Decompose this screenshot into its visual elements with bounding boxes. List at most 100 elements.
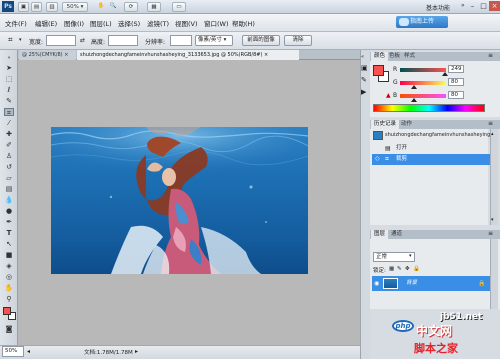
toolbox-collapse-icon[interactable]: »: [4, 54, 14, 62]
history-scrollbar[interactable]: [490, 129, 498, 225]
clear-button[interactable]: 清除: [284, 35, 312, 46]
crop-tool-icon[interactable]: ⌗: [8, 35, 13, 45]
history-brush-tool-icon[interactable]: ↺: [4, 163, 14, 171]
lock-transparent-icon[interactable]: ▦: [389, 266, 394, 272]
scroll-down-icon[interactable]: ▾: [491, 217, 494, 223]
resolution-field[interactable]: [170, 35, 192, 46]
tab-actions[interactable]: 动作: [398, 120, 415, 129]
type-tool-icon[interactable]: T: [4, 229, 14, 237]
workspace-label[interactable]: 基本功能: [426, 3, 450, 12]
channel-r-slider[interactable]: [400, 68, 446, 72]
menu-image[interactable]: 图像(I): [64, 18, 84, 28]
channel-b-slider[interactable]: [400, 94, 446, 98]
marquee-tool-icon[interactable]: ⬚: [4, 75, 14, 83]
status-zoom-field[interactable]: 50%: [2, 346, 24, 357]
document-tab-cmyk[interactable]: @ 25%(CMYK/8) ×: [19, 50, 76, 60]
workspace-chevron-icon[interactable]: »: [461, 2, 465, 9]
blend-mode-chevron-icon[interactable]: ▾: [409, 253, 412, 259]
menu-filter[interactable]: 滤镜(T): [147, 18, 169, 28]
rotate-view-icon[interactable]: ⟳: [124, 2, 138, 12]
dodge-tool-icon[interactable]: ●: [4, 207, 14, 215]
menu-file[interactable]: 文件(F): [5, 18, 27, 28]
lock-all-icon[interactable]: 🔒: [413, 266, 420, 272]
history-item-crop[interactable]: 裁剪: [372, 154, 490, 165]
status-info-icon[interactable]: ◂: [27, 348, 30, 355]
color-panel-menu-icon[interactable]: ≡: [488, 52, 493, 59]
crop-tool-active-icon[interactable]: ⌗: [4, 108, 14, 117]
path-selection-tool-icon[interactable]: ↖: [4, 240, 14, 248]
tab-channels[interactable]: 通道: [388, 230, 405, 239]
layers-panel-menu-icon[interactable]: ≡: [488, 230, 493, 237]
menu-window[interactable]: 窗口(W): [204, 18, 229, 28]
swap-icon[interactable]: ⇄: [80, 37, 85, 44]
channel-g-value[interactable]: 80: [448, 78, 464, 86]
channel-g-slider[interactable]: [400, 81, 446, 85]
close-window-button[interactable]: ×: [489, 1, 500, 11]
hand-tool-icon[interactable]: ✋: [4, 284, 14, 292]
blur-tool-icon[interactable]: 💧: [4, 196, 14, 204]
zoom-level-dropdown[interactable]: 50% ▾: [62, 2, 88, 12]
channel-b-value[interactable]: 80: [448, 91, 464, 99]
tool-preset-chevron-icon[interactable]: ▾: [19, 37, 22, 43]
channel-r-handle[interactable]: [441, 72, 448, 76]
height-field[interactable]: [108, 35, 138, 46]
minimize-window-button[interactable]: –: [467, 1, 478, 11]
eraser-tool-icon[interactable]: ▱: [4, 174, 14, 182]
resolution-units-select[interactable]: 像素/英寸 ▾: [195, 35, 233, 46]
history-panel-icon[interactable]: ▣: [361, 64, 368, 72]
width-field[interactable]: [46, 35, 76, 46]
quick-select-tool-icon[interactable]: ✎: [4, 97, 14, 105]
menu-select[interactable]: 选择(S): [118, 18, 140, 28]
move-tool-icon[interactable]: ➤: [4, 64, 14, 72]
status-menu-icon[interactable]: ▸: [135, 348, 138, 355]
screen-mode-icon[interactable]: ▭: [172, 2, 186, 12]
clone-stamp-tool-icon[interactable]: ♙: [4, 152, 14, 160]
document-tab-active[interactable]: shuizhongdechangfameinvhunshasheying_313…: [77, 50, 299, 60]
scroll-up-icon[interactable]: ▴: [491, 131, 494, 137]
menu-layer[interactable]: 图层(L): [90, 18, 112, 28]
view-extras-icon[interactable]: ▥: [46, 2, 58, 12]
lasso-tool-icon[interactable]: ℓ: [4, 86, 14, 94]
brush-panel-icon[interactable]: ✎: [361, 76, 367, 84]
channel-b-handle[interactable]: [411, 98, 418, 102]
layers-scrollbar[interactable]: [490, 239, 498, 309]
shape-tool-icon[interactable]: ■: [4, 251, 14, 259]
healing-brush-tool-icon[interactable]: ✚: [4, 130, 14, 138]
channel-r-value[interactable]: 249: [448, 65, 464, 73]
watermark-php-logo: php: [392, 320, 414, 332]
brush-tool-icon[interactable]: ✐: [4, 141, 14, 149]
quick-mask-icon[interactable]: ◙: [4, 325, 14, 333]
3d-rotate-tool-icon[interactable]: ◈: [4, 262, 14, 270]
3d-orbit-tool-icon[interactable]: ◎: [4, 273, 14, 281]
zoom-tool-icon[interactable]: ⚲: [4, 295, 14, 303]
pen-tool-icon[interactable]: ✒: [4, 218, 14, 226]
tab-styles[interactable]: 样式: [401, 52, 418, 61]
bridge-icon[interactable]: ▣: [18, 2, 29, 12]
history-state-marker-icon[interactable]: ◇: [375, 155, 380, 162]
channel-g-handle[interactable]: [411, 85, 418, 89]
color-ramp[interactable]: [373, 104, 485, 112]
front-image-button[interactable]: 前面的图像: [242, 35, 280, 46]
actions-panel-icon[interactable]: ▶: [361, 88, 366, 96]
gradient-tool-icon[interactable]: ▤: [4, 185, 14, 193]
history-panel-menu-icon[interactable]: ≡: [488, 120, 493, 127]
hand-tool-icon[interactable]: ✋: [96, 2, 106, 12]
tab-layers[interactable]: 图层: [371, 230, 389, 239]
history-snapshot-label[interactable]: shuizhongdechangfameinvhunshasheying...: [385, 131, 490, 140]
document-image[interactable]: [51, 127, 308, 274]
tab-history[interactable]: 历史记录: [371, 120, 400, 129]
layer-visibility-eye-icon[interactable]: ◉: [374, 280, 379, 287]
arrange-documents-icon[interactable]: ▦: [147, 2, 161, 12]
lock-position-icon[interactable]: ✥: [405, 266, 410, 272]
menu-help[interactable]: 帮助(H): [232, 18, 255, 28]
lock-image-icon[interactable]: ✎: [397, 266, 402, 272]
menu-view[interactable]: 视图(V): [175, 18, 198, 28]
eyedropper-tool-icon[interactable]: ⁄: [4, 119, 14, 127]
zoom-tool-icon[interactable]: 🔍: [108, 2, 118, 12]
panel-collapse-icon[interactable]: «: [361, 54, 364, 60]
mini-bridge-icon[interactable]: ▤: [31, 2, 42, 12]
maximize-window-button[interactable]: □: [478, 1, 489, 11]
document-size: 文档:1.78M/1.78M: [84, 350, 133, 356]
menu-edit[interactable]: 编辑(E): [35, 18, 57, 28]
height-label: 高度:: [91, 39, 106, 46]
